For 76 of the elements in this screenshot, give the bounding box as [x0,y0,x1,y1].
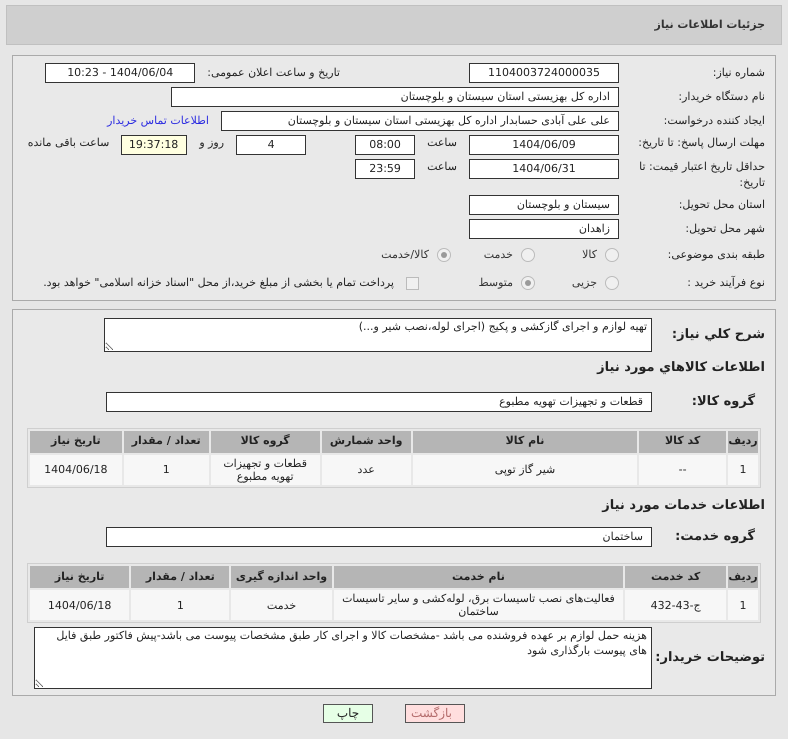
radio-label: خدمت [484,246,513,263]
column-header: تعداد / مقدار [131,566,230,588]
radio-button[interactable] [437,248,451,262]
field-label: طبقه بندی موضوعی: [668,248,765,261]
column-header: ردیف [728,430,758,452]
field-label: حداقل تاریخ اعتبار قیمت: تا تاریخ: [639,160,765,189]
radio-button[interactable] [521,276,535,290]
table-cell: عدد [322,454,411,484]
column-header: نام کالا [412,430,638,452]
checkbox-label: پرداخت تمام یا بخشی از مبلغ خرید،از محل "اسناد خزانه اسلامی" خواهد بود. [43,274,394,291]
radio-label: کالا/خدمت [381,246,429,263]
text-field[interactable]: علی علی آبادی حسابدار اداره کل بهزیستی استان سیستان و بلوچستان [221,111,619,131]
table-cell: 1 [728,590,758,620]
field-label: استان محل تحویل: [678,198,765,211]
table-cell: 1404/06/18 [30,590,130,620]
field-label: شماره نیاز: [712,66,765,79]
field-label: تاریخ و ساعت اعلان عمومی: [207,64,340,81]
text-field[interactable]: زاهدان [469,219,619,239]
notes-field[interactable]: هزینه حمل لوازم بر عهده فروشنده می باشد -مشخصات کالا و اجرای کار طبق مشخصات پیوست می باشد-پیش فاکتور طبق فایل های پیوست بارگذاری شود [34,627,652,689]
radio-label: متوسط [478,274,513,291]
column-header: تاریخ نیاز [30,430,122,452]
text-field[interactable]: ساختمان [106,527,652,547]
print-button[interactable]: چاپ [323,704,373,723]
radio-label: جزیی [572,274,597,291]
text-field[interactable]: 1104003724000035 [469,63,619,83]
text-field[interactable]: سیستان و بلوچستان [469,195,619,215]
table-cell: خدمت [231,590,332,620]
field-label: روز و [199,135,224,151]
table-cell: 1404/06/18 [30,454,122,484]
field-label: نوع فرآیند خرید : [687,276,765,289]
text-field[interactable]: 4 [236,135,306,155]
column-header: ردیف [728,566,758,588]
field-label: ساعت [427,135,457,151]
column-header: کد خدمت [625,566,726,588]
field-label: ایجاد کننده درخواست: [664,114,765,127]
field-label: گروه کالا: [690,392,756,411]
column-header: تاریخ نیاز [30,566,130,588]
column-header: واحد اندازه گیری [231,566,332,588]
table-cell: 1 [728,454,758,484]
page-title: جزئیات اطلاعات نیاز [654,16,765,33]
field-label: نام دستگاه خریدار: [678,90,765,103]
table-cell: فعالیت‌های نصب تاسیسات برق، لوله‌کشی و سایر تاسیسات ساختمان [334,590,624,620]
contact-link[interactable]: اطلاعات تماس خریدار [107,112,209,130]
text-field[interactable]: قطعات و تجهیزات تهویه مطبوع [106,392,652,412]
table-cell: 1 [124,454,209,484]
text-field[interactable]: 1404/06/04 - 10:23 [45,63,196,83]
text-field[interactable]: 08:00 [355,135,416,155]
column-header: واحد شمارش [322,430,411,452]
text-field[interactable]: 1404/06/09 [469,135,619,155]
table-cell: ج-43-432 [625,590,726,620]
radio-button[interactable] [605,248,619,262]
section-title: اطلاعات خدمات مورد نیاز [600,496,765,514]
radio-button[interactable] [605,276,619,290]
field-label: شرح کلي نياز: [670,326,765,344]
radio-button[interactable] [521,248,535,262]
field-label: مهلت ارسال پاسخ: تا تاریخ: [638,136,765,149]
field-label: گروه خدمت: [674,527,756,546]
field-label: شهر محل تحویل: [685,222,765,235]
text-field[interactable]: 23:59 [355,159,416,179]
table-cell: قطعات و تجهیزات تهویه مطبوع [210,454,320,484]
section-title: اطلاعات کالاهاي مورد نياز [596,359,765,377]
column-header: گروه کالا [210,430,320,452]
text-field[interactable]: 1404/06/31 [469,159,619,179]
text-field[interactable]: 19:37:18 [121,135,188,155]
field-label: ساعت باقی مانده [28,135,110,151]
checkbox[interactable] [406,276,419,290]
description-field[interactable]: تهیه لوازم و اجرای گازکشی و پکیج (اجرای لوله،نصب شیر و...) [104,318,652,352]
text-field[interactable]: اداره کل بهزیستی استان سیستان و بلوچستان [171,87,619,107]
radio-label: کالا [582,246,597,263]
column-header: نام خدمت [334,566,624,588]
table-cell: 1 [131,590,230,620]
table-cell: -- [639,454,726,484]
table-cell: شیر گاز توپی [412,454,638,484]
field-label: ساعت [427,159,457,175]
column-header: تعداد / مقدار [124,430,209,452]
column-header: کد کالا [639,430,726,452]
